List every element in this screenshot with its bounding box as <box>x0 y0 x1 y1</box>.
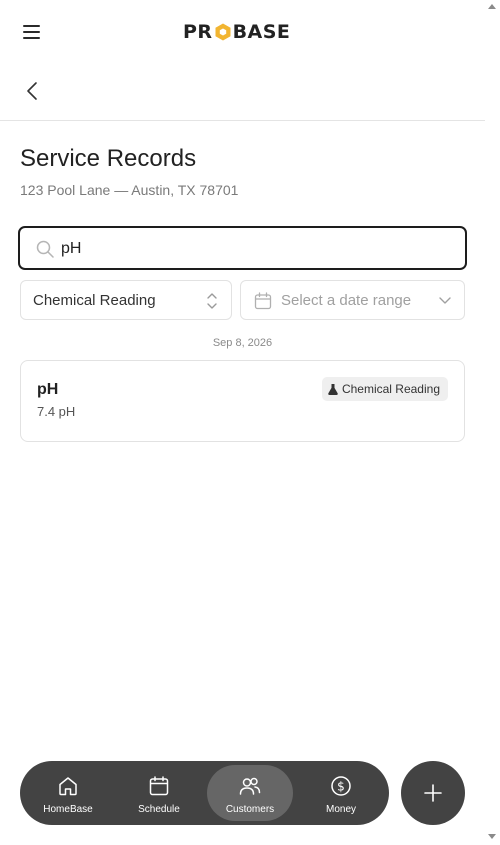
hamburger-menu-icon[interactable] <box>20 22 44 42</box>
dollar-circle-icon: $ <box>331 776 351 796</box>
nav-label: HomeBase <box>43 804 93 815</box>
nav-label: Customers <box>225 804 275 815</box>
nav-item-customers[interactable]: Customers <box>207 765 293 821</box>
date-range-picker[interactable]: Select a date range <box>240 280 465 320</box>
search-field[interactable] <box>18 226 467 270</box>
badge-label: Chemical Reading <box>341 382 440 396</box>
search-icon <box>36 240 54 258</box>
page-scrollbar[interactable] <box>485 0 500 845</box>
calendar-icon <box>149 776 169 796</box>
nav-item-homebase[interactable]: HomeBase <box>25 765 111 821</box>
probase-logo: PR BASE <box>183 21 291 43</box>
search-input[interactable] <box>61 237 451 261</box>
chevron-down-icon <box>439 297 451 304</box>
nav-item-schedule[interactable]: Schedule <box>116 765 202 821</box>
nav-label: Schedule <box>138 804 180 815</box>
sub-header <box>0 62 485 121</box>
scroll-down-arrow-icon[interactable] <box>488 834 496 839</box>
users-icon <box>239 777 261 795</box>
record-type-value: Chemical Reading <box>33 292 156 309</box>
top-bar: PR BASE <box>0 0 485 62</box>
record-date-label: Sep 8, 2026 <box>212 337 273 349</box>
chevron-up-down-icon <box>207 293 217 309</box>
record-name: pH <box>37 381 59 398</box>
date-range-placeholder: Select a date range <box>281 292 412 309</box>
flask-icon <box>328 383 338 395</box>
nav-item-money[interactable]: $ Money <box>298 765 384 821</box>
plus-icon <box>424 784 442 802</box>
bottom-navigation: HomeBase Schedule Customers $ Money <box>20 761 389 825</box>
record-type-badge: Chemical Reading <box>321 377 448 401</box>
svg-text:$: $ <box>337 780 345 794</box>
home-icon <box>59 777 77 796</box>
scroll-up-arrow-icon[interactable] <box>488 4 496 9</box>
customer-address: 123 Pool Lane — Austin, TX 78701 <box>20 182 239 198</box>
record-type-select[interactable]: Chemical Reading <box>20 280 232 320</box>
service-record-card[interactable]: pH 7.4 pH Chemical Reading <box>20 360 465 442</box>
app-page: PR BASE Service Records 123 Pool Lane — … <box>0 0 485 845</box>
back-chevron-icon[interactable] <box>22 80 44 102</box>
add-button[interactable] <box>401 761 465 825</box>
record-value: 7.4 pH <box>37 404 76 419</box>
page-title: Service Records <box>20 145 197 172</box>
calendar-icon <box>254 292 272 310</box>
logo-hexagon-icon <box>215 23 231 41</box>
nav-label: Money <box>325 804 356 815</box>
